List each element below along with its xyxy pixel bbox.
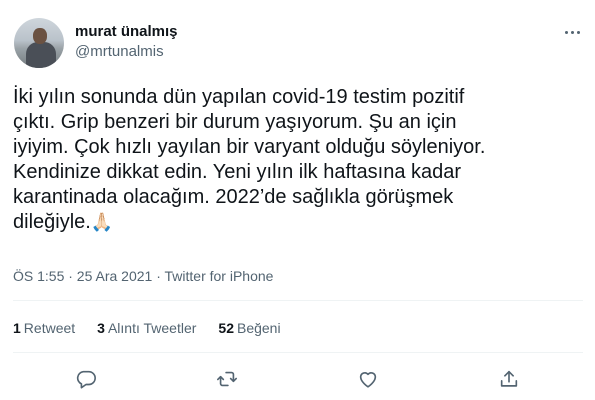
tweet-timestamp[interactable]: ÖS 1:55 · 25 Ara 2021 · Twitter for iPho… (13, 268, 273, 284)
retweets-stat[interactable]: 1 Retweet (13, 320, 75, 336)
more-icon[interactable] (560, 24, 584, 40)
reply-icon[interactable] (75, 368, 99, 392)
retweets-count: 1 (13, 320, 21, 336)
author-handle[interactable]: @mrtunalmis (75, 43, 164, 60)
tweet-text: İki yılın sonunda dün yapılan covid-19 t… (13, 85, 583, 235)
folded-hands-emoji: 🙏🏻 (90, 212, 114, 232)
quotes-count: 3 (97, 320, 105, 336)
likes-stat[interactable]: 52 Beğeni (218, 320, 280, 336)
quotes-stat[interactable]: 3 Alıntı Tweetler (97, 320, 196, 336)
quotes-label: Alıntı Tweetler (107, 320, 197, 336)
retweet-icon[interactable] (216, 368, 240, 392)
likes-label: Beğeni (236, 320, 281, 336)
retweets-label: Retweet (23, 320, 76, 336)
avatar[interactable] (14, 18, 64, 68)
divider (13, 352, 583, 353)
likes-count: 52 (218, 320, 234, 336)
action-bar (0, 368, 595, 392)
author-name[interactable]: murat ünalmış (75, 23, 178, 40)
divider (13, 300, 583, 301)
tweet-body: İki yılın sonunda dün yapılan covid-19 t… (13, 86, 486, 233)
engagement-stats: 1 Retweet 3 Alıntı Tweetler 52 Beğeni (13, 320, 281, 336)
like-icon[interactable] (357, 368, 381, 392)
share-icon[interactable] (498, 368, 522, 392)
